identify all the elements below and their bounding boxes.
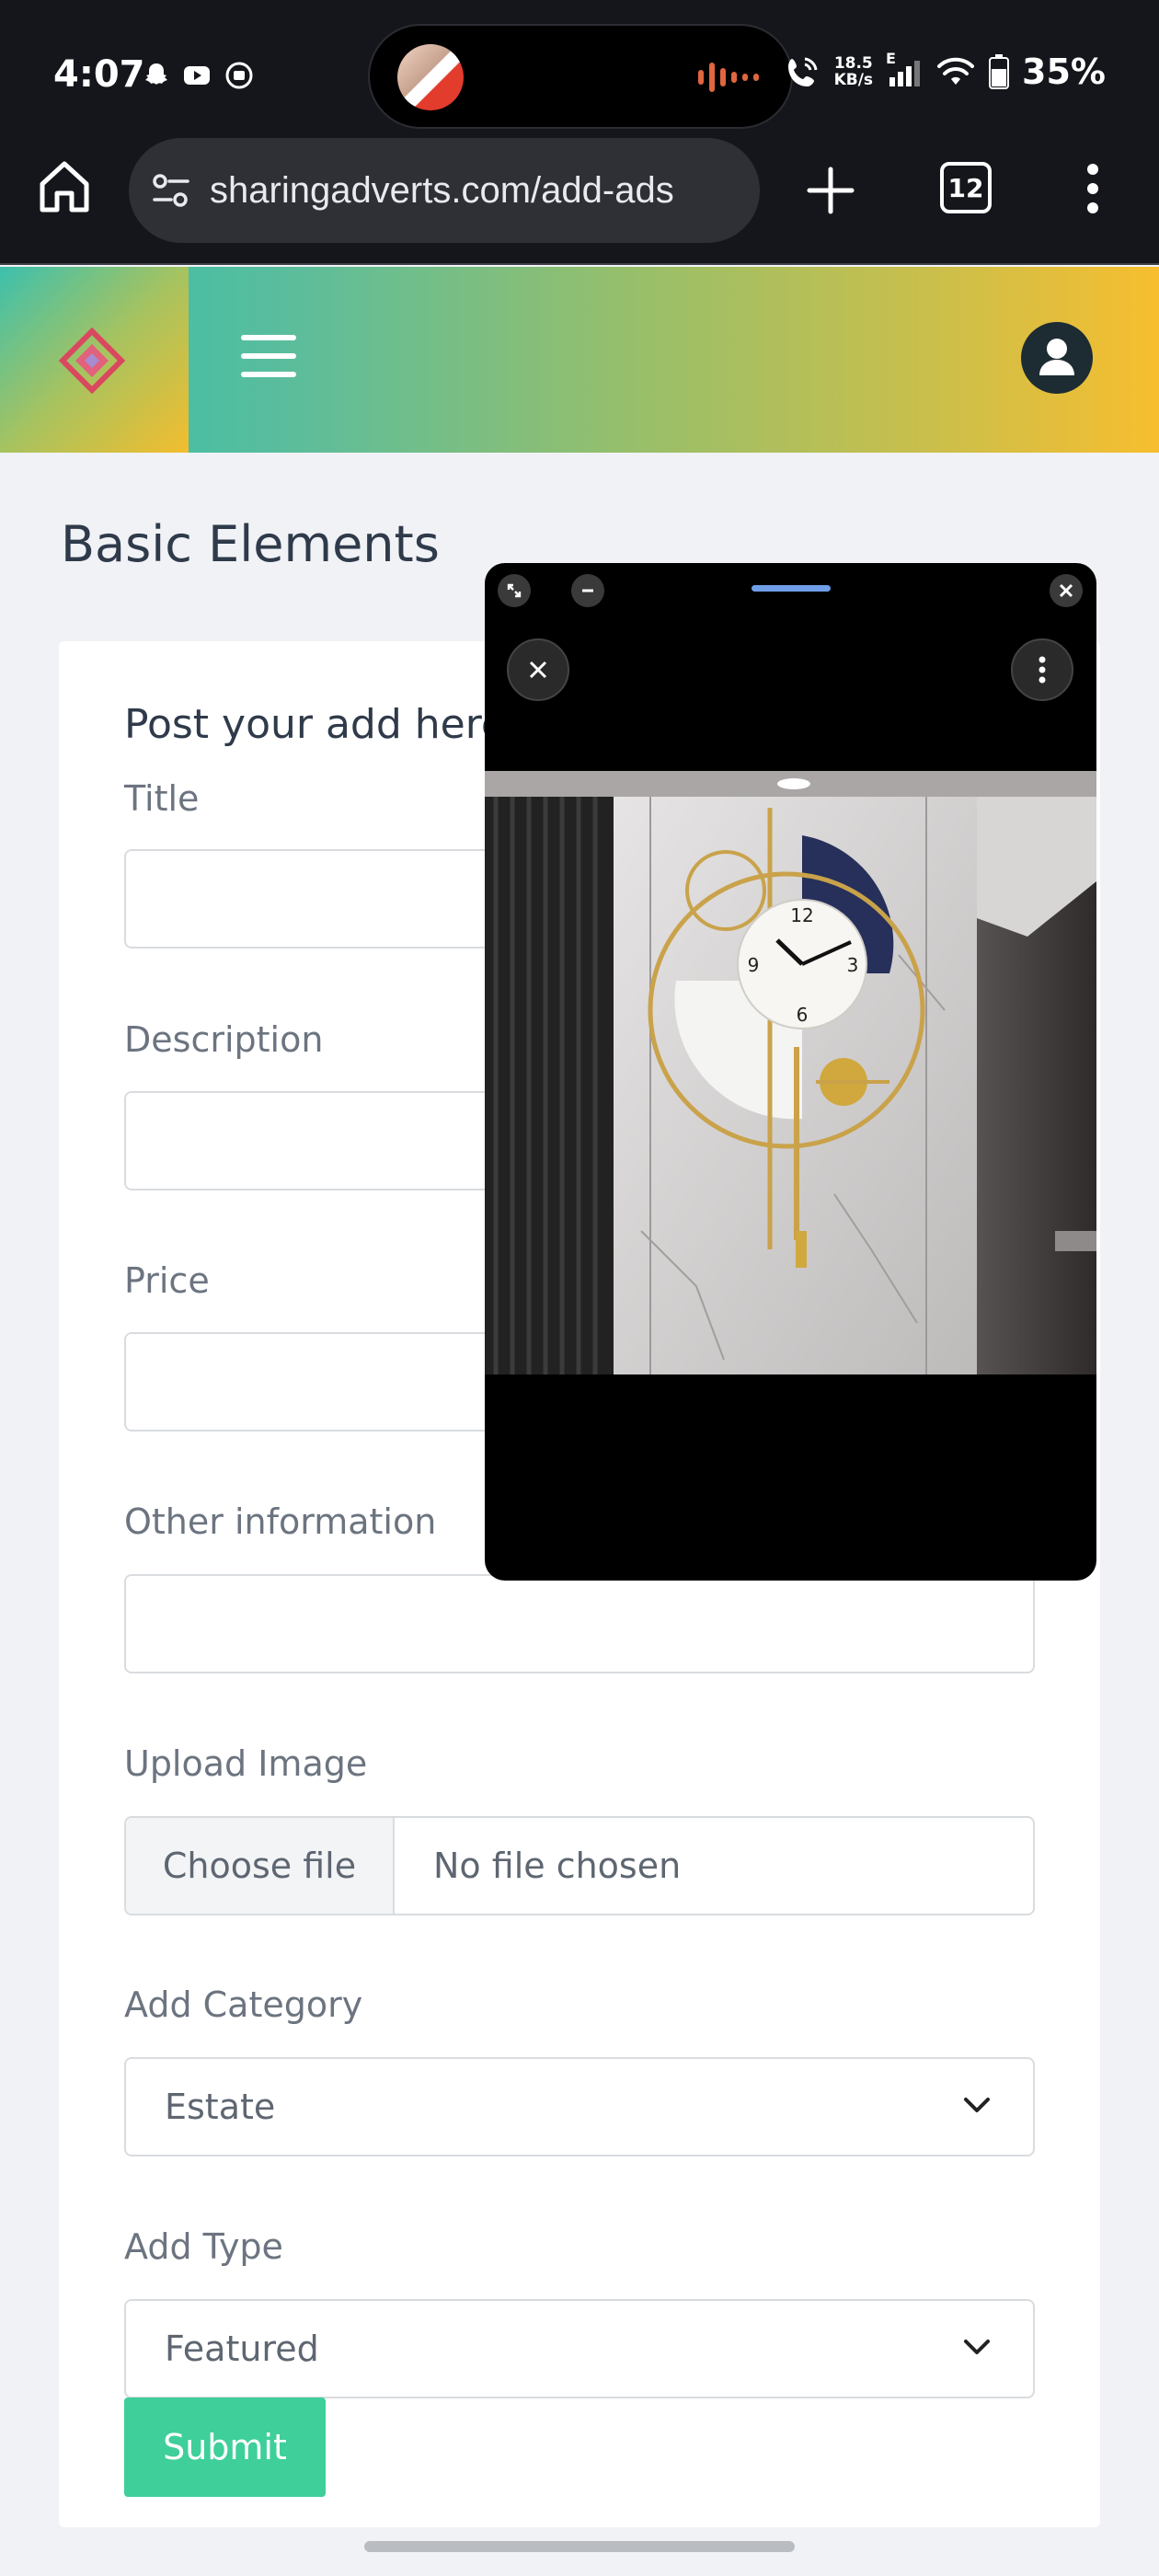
site-header: [0, 267, 1159, 453]
user-icon: [1039, 339, 1074, 375]
gesture-bar[interactable]: [364, 2541, 795, 2552]
logo-icon: [59, 328, 125, 394]
description-label: Description: [124, 1019, 324, 1060]
site-logo[interactable]: [0, 267, 189, 453]
site-settings-icon[interactable]: [149, 172, 193, 209]
app-notification-icon: [225, 62, 253, 89]
tab-switcher-button[interactable]: 12: [940, 162, 992, 213]
net-speed-unit: KB/s: [833, 71, 874, 89]
title-label: Title: [124, 778, 200, 819]
pip-expand-button[interactable]: [498, 574, 531, 607]
close-icon: [1059, 583, 1073, 598]
pip-close-button[interactable]: [1050, 574, 1083, 607]
network-speed: 18.5 KB/s: [834, 55, 873, 88]
close-icon: [529, 661, 547, 679]
audio-wave-icon: [698, 63, 759, 92]
wifi-icon: [937, 57, 975, 85]
network-type: E: [886, 50, 896, 67]
svg-text:6: 6: [797, 1004, 809, 1026]
battery-icon: [989, 54, 1010, 89]
video-frame: 12 3 9 6: [485, 771, 1096, 1374]
media-thumbnail: [397, 44, 464, 110]
add-type-label: Add Type: [124, 2226, 283, 2267]
upload-image-field[interactable]: Choose file No file chosen: [124, 1816, 1035, 1915]
file-status: No file chosen: [433, 1846, 682, 1886]
submit-button[interactable]: Submit: [124, 2398, 326, 2497]
upload-image-label: Upload Image: [124, 1743, 368, 1784]
browser-toolbar: sharingadverts.com/add-ads 12: [0, 138, 1159, 265]
user-avatar-button[interactable]: [1021, 322, 1093, 394]
pip-drag-handle[interactable]: [752, 585, 831, 592]
svg-text:9: 9: [748, 954, 760, 976]
category-value: Estate: [165, 2087, 276, 2127]
hamburger-menu-button[interactable]: [241, 335, 296, 377]
expand-icon: [507, 583, 522, 598]
more-vertical-icon: [1039, 656, 1046, 684]
address-bar[interactable]: sharingadverts.com/add-ads: [129, 138, 760, 243]
battery-percent: 35%: [1022, 52, 1106, 92]
status-time: 4:07: [53, 53, 145, 96]
other-information-input[interactable]: [124, 1574, 1035, 1673]
add-category-label: Add Category: [124, 1984, 363, 2025]
form-heading: Post your add here: [124, 701, 506, 748]
svg-text:12: 12: [790, 904, 813, 926]
svg-text:3: 3: [847, 954, 859, 976]
minimize-icon: [582, 589, 593, 592]
youtube-icon: [184, 66, 210, 85]
choose-file-button[interactable]: Choose file: [126, 1818, 395, 1914]
dynamic-island[interactable]: [368, 24, 793, 129]
chevron-down-icon: [964, 2340, 990, 2354]
tab-count: 12: [947, 172, 984, 203]
net-speed-value: 18.5: [833, 54, 873, 73]
status-bar: 4:07 18.5 KB/s E 35%: [0, 0, 1159, 138]
page-title: Basic Elements: [61, 515, 440, 573]
other-information-label: Other information: [124, 1501, 437, 1542]
chevron-down-icon: [964, 2098, 990, 2112]
type-select[interactable]: Featured: [124, 2299, 1035, 2398]
menu-kebab-icon[interactable]: [1085, 162, 1100, 215]
type-value: Featured: [165, 2329, 319, 2369]
video-close-button[interactable]: [507, 638, 569, 701]
signal-icon: E: [886, 50, 923, 90]
video-more-button[interactable]: [1011, 638, 1073, 701]
snapchat-icon: [145, 63, 167, 85]
price-label: Price: [124, 1260, 210, 1301]
new-tab-icon[interactable]: [806, 166, 855, 215]
wifi-call-icon: [787, 57, 818, 86]
pip-video-window[interactable]: 12 3 9 6: [485, 563, 1096, 1581]
url-text[interactable]: sharingadverts.com/add-ads: [210, 170, 674, 212]
wall-clock-image: 12 3 9 6: [485, 771, 1096, 1374]
category-select[interactable]: Estate: [124, 2057, 1035, 2156]
status-icons: 18.5 KB/s E 35%: [785, 50, 1106, 92]
pip-minimize-button[interactable]: [571, 574, 604, 607]
home-icon[interactable]: [37, 158, 92, 215]
